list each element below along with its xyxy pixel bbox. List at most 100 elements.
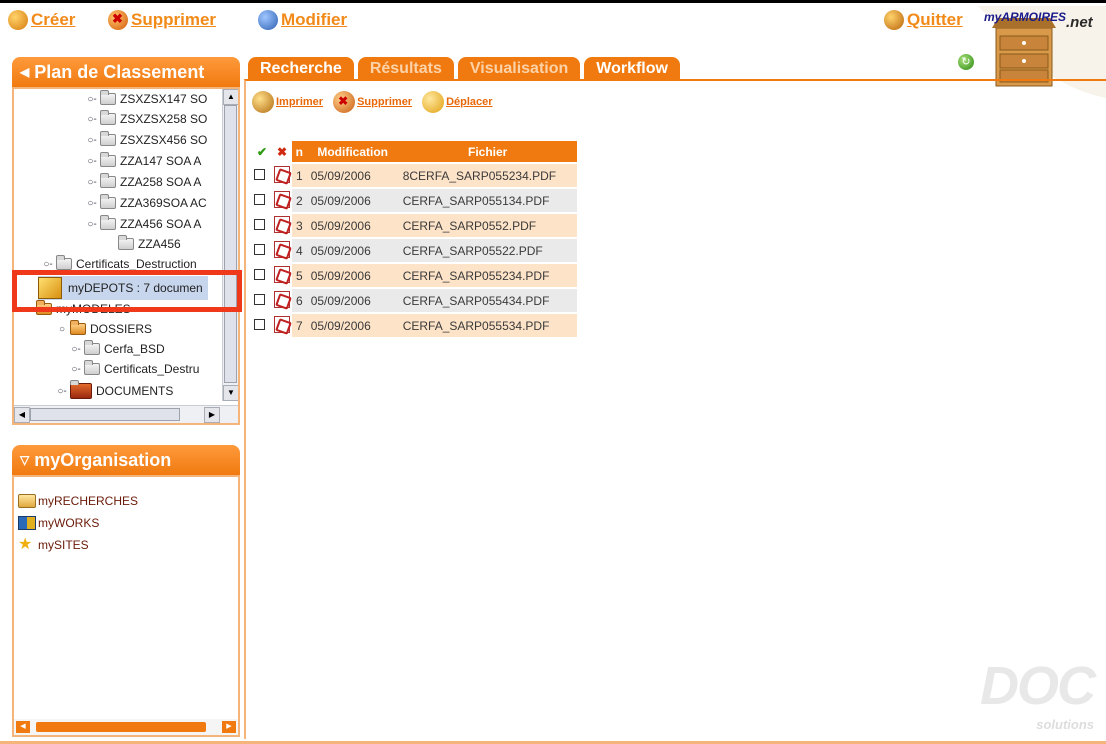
collapse-arrow-icon[interactable]: ◀ bbox=[20, 65, 29, 79]
row-checkbox[interactable] bbox=[252, 264, 272, 287]
checkbox-icon[interactable] bbox=[254, 243, 265, 255]
tree-toggle-icon[interactable]: ○- bbox=[68, 344, 84, 355]
column-header-modification[interactable]: Modification bbox=[306, 141, 399, 162]
tree-toggle-icon[interactable]: ○- bbox=[68, 364, 84, 375]
tree-vertical-scrollbar[interactable]: ▲ ▼ bbox=[222, 89, 238, 401]
scroll-left-icon[interactable]: ◀ bbox=[14, 407, 30, 423]
scroll-up-icon[interactable]: ▲ bbox=[223, 89, 238, 105]
tree-toggle-icon[interactable]: ○- bbox=[84, 177, 100, 188]
row-file[interactable]: 8CERFA_SARP055234.PDF bbox=[398, 164, 577, 187]
pdf-cell[interactable] bbox=[272, 239, 292, 262]
delete-button[interactable]: Supprimer bbox=[108, 10, 216, 30]
row-file[interactable]: CERFA_SARP05522.PDF bbox=[398, 239, 577, 262]
row-file[interactable]: CERFA_SARP0552.PDF bbox=[398, 214, 577, 237]
tree-node[interactable]: ○- ZSXZSX456 SO bbox=[84, 130, 207, 150]
scroll-right-icon[interactable]: ▶ bbox=[204, 407, 220, 423]
delete-results-button[interactable]: Supprimer bbox=[333, 91, 412, 113]
tab-recherche[interactable]: Recherche bbox=[248, 57, 354, 81]
expand-arrow-icon[interactable]: ▽ bbox=[20, 453, 29, 467]
row-checkbox[interactable] bbox=[252, 314, 272, 337]
tree-toggle-icon[interactable]: ○- bbox=[84, 114, 100, 125]
table-row[interactable]: 4 05/09/2006 CERFA_SARP05522.PDF bbox=[252, 239, 577, 262]
tree-toggle-icon[interactable]: ○- bbox=[84, 94, 100, 105]
scroll-thumb[interactable] bbox=[224, 105, 237, 383]
tree-node[interactable]: ○- ZSXZSX258 SO bbox=[84, 109, 207, 129]
org-scroll-thumb[interactable] bbox=[36, 722, 206, 732]
org-panel-header[interactable]: ▽ myOrganisation bbox=[12, 445, 240, 475]
row-checkbox[interactable] bbox=[252, 214, 272, 237]
checkbox-icon[interactable] bbox=[254, 268, 265, 280]
row-file[interactable]: CERFA_SARP055234.PDF bbox=[398, 264, 577, 287]
tree-toggle-icon[interactable]: ○- bbox=[40, 259, 56, 270]
checkbox-icon[interactable] bbox=[254, 218, 265, 230]
row-checkbox[interactable] bbox=[252, 239, 272, 262]
tree-toggle-icon[interactable]: ○- bbox=[84, 219, 100, 230]
move-button[interactable]: Déplacer bbox=[422, 91, 493, 113]
quit-button[interactable]: Quitter bbox=[884, 10, 963, 30]
print-button[interactable]: Imprimer bbox=[252, 91, 323, 113]
pdf-cell[interactable] bbox=[272, 189, 292, 212]
pdf-cell[interactable] bbox=[272, 314, 292, 337]
tree-horizontal-scrollbar[interactable]: ◀ ▶ bbox=[14, 405, 238, 423]
row-checkbox[interactable] bbox=[252, 189, 272, 212]
tree-node[interactable]: ○- ZSXZSX147 SO bbox=[84, 89, 207, 109]
pdf-cell[interactable] bbox=[272, 264, 292, 287]
tree-node[interactable]: ○- ZZA258 SOA A bbox=[84, 172, 201, 192]
column-header-n[interactable]: n bbox=[292, 141, 307, 162]
row-file[interactable]: CERFA_SARP055534.PDF bbox=[398, 314, 577, 337]
pdf-icon[interactable] bbox=[274, 290, 290, 308]
tree-node[interactable]: ○- Cerfa_BSD bbox=[68, 339, 165, 359]
tree-node[interactable]: ○ DOSSIERS bbox=[54, 319, 152, 339]
org-scroll-left-icon[interactable]: ◀ bbox=[16, 721, 30, 733]
tab-resultats[interactable]: Résultats bbox=[357, 57, 454, 81]
row-file[interactable]: CERFA_SARP055434.PDF bbox=[398, 289, 577, 312]
pdf-cell[interactable] bbox=[272, 164, 292, 187]
org-item-recherches[interactable]: myRECHERCHES bbox=[18, 491, 138, 511]
checkbox-icon[interactable] bbox=[254, 293, 265, 305]
pdf-icon[interactable] bbox=[274, 165, 290, 183]
table-row[interactable]: 2 05/09/2006 CERFA_SARP055134.PDF bbox=[252, 189, 577, 212]
pdf-cell[interactable] bbox=[272, 289, 292, 312]
plan-panel-header[interactable]: ◀ Plan de Classement bbox=[12, 57, 240, 87]
pdf-icon[interactable] bbox=[274, 215, 290, 233]
table-row[interactable]: 5 05/09/2006 CERFA_SARP055234.PDF bbox=[252, 264, 577, 287]
tree-toggle-icon[interactable]: ○- bbox=[54, 386, 70, 397]
org-scroll-right-icon[interactable]: ▶ bbox=[222, 721, 236, 733]
tab-workflow[interactable]: Workflow bbox=[584, 57, 680, 81]
tree-toggle-icon[interactable]: ○- bbox=[84, 135, 100, 146]
checkbox-icon[interactable] bbox=[254, 193, 265, 205]
table-row[interactable]: 3 05/09/2006 CERFA_SARP0552.PDF bbox=[252, 214, 577, 237]
scroll-down-icon[interactable]: ▼ bbox=[223, 385, 238, 401]
pdf-icon[interactable] bbox=[274, 315, 290, 333]
pdf-icon[interactable] bbox=[274, 265, 290, 283]
checkbox-icon[interactable] bbox=[254, 318, 265, 330]
modify-button[interactable]: Modifier bbox=[258, 10, 347, 30]
tree-node[interactable]: ○- ZZA369SOA AC bbox=[84, 193, 207, 213]
tree-node[interactable]: ZZA456 bbox=[118, 234, 181, 254]
checkbox-icon[interactable] bbox=[254, 168, 265, 180]
tree-node[interactable]: ○- ZZA456 SOA A bbox=[84, 214, 201, 234]
org-item-works[interactable]: myWORKS bbox=[18, 513, 99, 533]
tree-node[interactable]: ○- Certificats_Destru bbox=[68, 359, 199, 379]
deselect-all-x-icon[interactable]: ✖ bbox=[272, 141, 292, 162]
tree-node[interactable]: ○- DOCUMENTS bbox=[54, 380, 173, 401]
h-scroll-thumb[interactable] bbox=[30, 408, 180, 421]
tree-node[interactable]: ○- ZZA147 SOA A bbox=[84, 151, 201, 171]
row-file[interactable]: CERFA_SARP055134.PDF bbox=[398, 189, 577, 212]
table-row[interactable]: 7 05/09/2006 CERFA_SARP055534.PDF bbox=[252, 314, 577, 337]
tree-toggle-icon[interactable]: ○ bbox=[54, 324, 70, 335]
create-button[interactable]: Créer bbox=[8, 10, 75, 30]
row-checkbox[interactable] bbox=[252, 289, 272, 312]
pdf-icon[interactable] bbox=[274, 190, 290, 208]
row-checkbox[interactable] bbox=[252, 164, 272, 187]
refresh-icon[interactable]: ↻ bbox=[958, 54, 974, 70]
pdf-cell[interactable] bbox=[272, 214, 292, 237]
column-header-file[interactable]: Fichier bbox=[398, 141, 577, 162]
select-all-check-icon[interactable]: ✔ bbox=[252, 141, 272, 162]
table-row[interactable]: 6 05/09/2006 CERFA_SARP055434.PDF bbox=[252, 289, 577, 312]
pdf-icon[interactable] bbox=[274, 240, 290, 258]
tree-toggle-icon[interactable]: ○- bbox=[84, 198, 100, 209]
org-horizontal-scrollbar[interactable]: ◀ ▶ bbox=[14, 719, 238, 735]
tree-toggle-icon[interactable]: ○- bbox=[84, 156, 100, 167]
org-item-sites[interactable]: ★ mySITES bbox=[18, 535, 89, 555]
